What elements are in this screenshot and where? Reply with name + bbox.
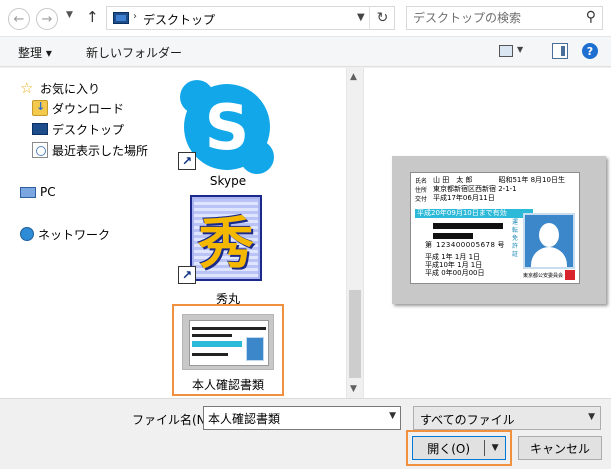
- nav-item-label: デスクトップ: [52, 122, 125, 137]
- license-birth: 昭和51年 8月10日生: [498, 176, 565, 184]
- search-box[interactable]: ⚲: [406, 6, 603, 30]
- id-card-thumbnail: [182, 314, 274, 370]
- search-input[interactable]: [413, 10, 573, 26]
- address-bar-row: ← → ▼ ↑ › デスクトップ ▼ ↻ ⚲: [0, 0, 611, 37]
- path-segment-desktop[interactable]: デスクトップ: [143, 11, 215, 28]
- file-label-skype: Skype: [209, 174, 247, 188]
- command-bar: 整理 ▾ 新しいフォルダー ▼ ?: [0, 37, 611, 67]
- up-button[interactable]: ↑: [86, 8, 99, 26]
- license-date-row: 平成 0年00月00日: [425, 269, 485, 277]
- scrollbar-thumb[interactable]: [349, 290, 361, 378]
- filetype-select[interactable]: すべてのファイル ▼: [413, 406, 601, 430]
- preview-pane: 氏名 山 田 太 郎 昭和51年 8月10日生 住所 東京都新宿区西新宿 2-1…: [363, 68, 611, 398]
- filetype-value: すべてのファイル: [420, 413, 515, 427]
- person-head-icon: [539, 223, 559, 247]
- nav-item-favorites[interactable]: ☆ お気に入り: [20, 78, 100, 98]
- license-type-label: 運転免許証: [511, 219, 518, 258]
- navigation-pane: ☆ お気に入り ダウンロード デスクトップ 最近表示した場所 PC ネットワーク: [0, 68, 160, 398]
- nav-item-recent-places[interactable]: 最近表示した場所: [32, 140, 148, 160]
- refresh-button[interactable]: ↻: [369, 7, 395, 29]
- license-address: 東京都新宿区西新宿 2-1-1: [433, 185, 517, 193]
- drivers-license-preview: 氏名 山 田 太 郎 昭和51年 8月10日生 住所 東京都新宿区西新宿 2-1…: [410, 172, 580, 284]
- nav-item-label: ネットワーク: [38, 227, 111, 242]
- organize-button[interactable]: 整理 ▾: [18, 44, 52, 61]
- vertical-scrollbar[interactable]: ▲ ▼: [346, 68, 363, 398]
- help-icon[interactable]: ?: [582, 43, 598, 59]
- chevron-down-icon[interactable]: ▼: [357, 12, 365, 23]
- nav-item-downloads[interactable]: ダウンロード: [32, 98, 124, 118]
- shortcut-arrow-icon: ↗: [178, 152, 196, 170]
- license-issued: 平成17年06月11日: [433, 194, 495, 202]
- scroll-down-icon[interactable]: ▼: [350, 384, 357, 394]
- skype-letter: S: [204, 90, 250, 164]
- seal-stamp: [565, 270, 575, 280]
- nav-item-network[interactable]: ネットワーク: [20, 224, 110, 244]
- redaction-bar: [433, 223, 503, 229]
- downloads-folder-icon: [32, 100, 48, 116]
- nav-item-label: 最近表示した場所: [52, 143, 149, 158]
- redaction-bar: [433, 233, 473, 239]
- filename-combobox[interactable]: ▼: [203, 406, 401, 430]
- license-name: 山 田 太 郎: [433, 176, 473, 184]
- file-list: S ↗ Skype 秀 ↗ 秀丸 本人確認書類: [160, 68, 346, 398]
- person-icon: [246, 337, 264, 361]
- license-date-row: 平成10年 1月 1日: [425, 261, 483, 269]
- chevron-down-icon[interactable]: ▼: [517, 45, 523, 54]
- hidemaru-glyph: 秀: [198, 210, 254, 277]
- license-photo: [523, 213, 575, 269]
- address-bar[interactable]: › デスクトップ ▼ ↻: [106, 6, 395, 30]
- chevron-right-icon[interactable]: ›: [133, 11, 137, 22]
- license-number-suffix: 号: [497, 241, 505, 249]
- refresh-icon: ↻: [376, 10, 389, 26]
- dialog-footer: ファイル名(N): ▼ すべてのファイル ▼ 開く(O) ▼ キャンセル: [0, 398, 611, 469]
- preview-image: 氏名 山 田 太 郎 昭和51年 8月10日生 住所 東京都新宿区西新宿 2-1…: [392, 156, 606, 304]
- recent-locations-dropdown[interactable]: ▼: [66, 10, 73, 20]
- file-item-id-document[interactable]: 本人確認書類: [172, 304, 284, 396]
- license-validity: 平成20年09月10日まで有効: [415, 209, 533, 218]
- nav-item-label: お気に入り: [40, 81, 101, 96]
- nav-item-pc[interactable]: PC: [20, 182, 56, 202]
- search-icon[interactable]: ⚲: [586, 9, 596, 25]
- view-options-icon[interactable]: [499, 45, 513, 57]
- scroll-up-icon[interactable]: ▲: [350, 72, 357, 82]
- chevron-down-icon[interactable]: ▼: [389, 411, 396, 421]
- forward-button[interactable]: →: [36, 8, 58, 30]
- preview-pane-toggle-icon[interactable]: [552, 43, 568, 59]
- license-authority: 東京都公安委員会: [522, 273, 563, 279]
- person-body-icon: [531, 247, 567, 267]
- shortcut-arrow-icon: ↗: [178, 266, 196, 284]
- star-icon: ☆: [20, 79, 34, 97]
- cancel-button[interactable]: キャンセル: [518, 436, 602, 460]
- open-dropdown-icon[interactable]: ▼: [485, 443, 505, 453]
- license-number-prefix: 第: [425, 241, 432, 249]
- computer-icon: [20, 186, 36, 198]
- network-icon: [20, 227, 34, 241]
- nav-item-label: ダウンロード: [52, 101, 125, 116]
- open-button[interactable]: 開く(O) ▼: [412, 436, 506, 460]
- file-label-id-document: 本人確認書類: [191, 378, 264, 392]
- arrow-left-icon: ←: [13, 11, 25, 27]
- open-button-label[interactable]: 開く(O): [413, 440, 484, 457]
- id-card-thumbnail-card: [189, 320, 269, 366]
- arrow-right-icon: →: [41, 11, 53, 27]
- recent-places-icon: [32, 142, 48, 158]
- back-button[interactable]: ←: [8, 8, 30, 30]
- nav-item-desktop[interactable]: デスクトップ: [32, 119, 124, 139]
- license-date-row: 平成 1年 1月 1日: [425, 253, 481, 261]
- license-number: 123400005678: [436, 241, 496, 249]
- desktop-icon: [113, 12, 129, 24]
- desktop-icon: [32, 123, 48, 135]
- filename-input[interactable]: [208, 410, 368, 426]
- new-folder-button[interactable]: 新しいフォルダー: [86, 44, 182, 61]
- nav-item-label: PC: [40, 185, 56, 199]
- chevron-down-icon[interactable]: ▼: [588, 412, 595, 422]
